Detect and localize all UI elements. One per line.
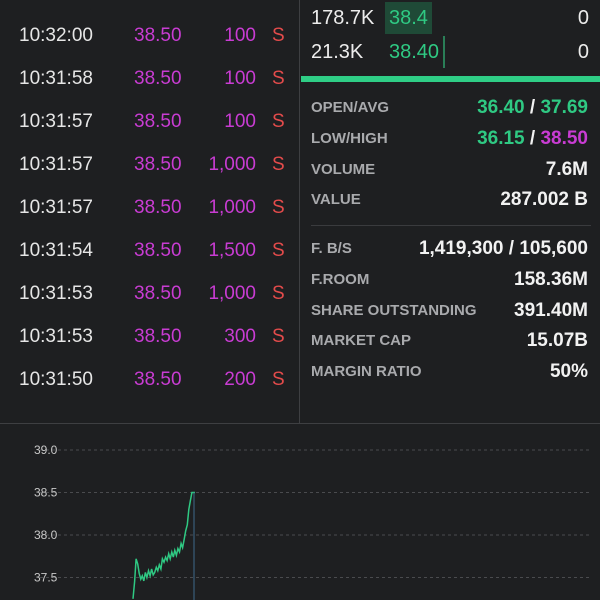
trade-time: 10:31:57 (19, 197, 93, 218)
stat-value: 158.36M (514, 269, 588, 290)
trade-volume: 200 (224, 369, 256, 390)
intraday-price-chart[interactable]: 39.0 38.5 38.0 37.5 (0, 423, 600, 600)
offer-volume: 0 (577, 7, 589, 29)
stat-label: LOW/HIGH (311, 130, 388, 147)
stat-open-avg: OPEN/AVG 36.40 / 37.69 (301, 93, 600, 123)
stat-label: VALUE (311, 191, 361, 208)
y-tick-label: 38.5 (34, 486, 58, 500)
trade-volume: 100 (224, 111, 256, 132)
trade-time: 10:31:54 (19, 240, 93, 261)
top-panel: 10:32:00 38.50 100 S 10:31:58 38.50 100 S 10:31:… (0, 0, 600, 423)
trade-volume: 1,000 (208, 283, 256, 304)
trade-volume: 1,000 (208, 197, 256, 218)
trade-row[interactable]: 10:31:57 38.50 1,000 S (0, 193, 300, 223)
trade-volume: 1,500 (208, 240, 256, 261)
stat-label: MARGIN RATIO (311, 363, 422, 380)
y-tick-label: 38.0 (34, 528, 58, 542)
y-tick-label: 37.5 (34, 571, 58, 585)
stat-label: VOLUME (311, 161, 376, 178)
trade-time: 10:32:00 (19, 25, 93, 46)
trade-row[interactable]: 10:31:57 38.50 1,000 S (0, 150, 300, 180)
separator: / (529, 97, 536, 118)
trade-side: S (272, 326, 285, 347)
stat-volume: VOLUME 7.6M (301, 155, 600, 185)
trade-time: 10:31:57 (19, 111, 93, 132)
stat-foreign-bs: F. B/S 1,419,300 / 105,600 (301, 234, 600, 264)
offer-volume: 0 (577, 41, 589, 63)
trade-row[interactable]: 10:31:53 38.50 1,000 S (0, 279, 300, 309)
high-price: 38.50 (540, 128, 588, 149)
chart-canvas[interactable]: 39.0 38.5 38.0 37.5 (0, 424, 600, 600)
trade-price: 38.50 (134, 111, 182, 132)
trade-side: S (272, 111, 285, 132)
trade-volume: 100 (224, 68, 256, 89)
trade-log: 10:32:00 38.50 100 S 10:31:58 38.50 100 S 10:31:… (0, 0, 300, 423)
y-tick-label: 39.0 (34, 443, 58, 457)
price-line (132, 491, 195, 599)
trade-price: 38.50 (134, 240, 182, 261)
low-price: 36.15 (477, 128, 525, 149)
stat-value: 36.15 / 38.50 (477, 124, 588, 154)
stat-value: 287.002 B (500, 189, 588, 210)
trade-side: S (272, 68, 285, 89)
trade-row[interactable]: 10:31:54 38.50 1,500 S (0, 236, 300, 266)
trade-side: S (272, 283, 285, 304)
trade-price: 38.50 (134, 283, 182, 304)
open-price: 36.40 (477, 97, 525, 118)
separator: / (529, 128, 536, 149)
stat-value: 50% (549, 361, 588, 382)
stat-label: MARKET CAP (311, 332, 411, 349)
stat-low-high: LOW/HIGH 36.15 / 38.50 (301, 124, 600, 154)
stat-shares-outstanding: SHARE OUTSTANDING 391.40M (301, 296, 600, 326)
stat-foreign-room: F.ROOM 158.36M (301, 265, 600, 295)
trade-row[interactable]: 10:32:00 38.50 100 S (0, 21, 300, 51)
stat-value-traded: VALUE 287.002 B (301, 185, 600, 215)
trade-price: 38.50 (134, 154, 182, 175)
stat-label: F.ROOM (311, 271, 370, 288)
stat-label: OPEN/AVG (311, 99, 390, 116)
stat-label: F. B/S (311, 240, 352, 257)
bid-volume: 21.3K (311, 41, 364, 63)
stat-value: 1,419,300 / 105,600 (418, 238, 588, 259)
order-book-row[interactable]: 178.7K 38.4 0 (301, 2, 600, 34)
trade-price: 38.50 (134, 68, 182, 89)
trade-side: S (272, 197, 285, 218)
trade-volume: 1,000 (208, 154, 256, 175)
stat-value: 391.40M (514, 300, 588, 321)
stat-market-cap: MARKET CAP 15.07B (301, 326, 600, 356)
trade-volume: 100 (224, 25, 256, 46)
order-book-row[interactable]: 21.3K 38.40 0 (301, 36, 600, 68)
stat-margin-ratio: MARGIN RATIO 50% (301, 357, 600, 387)
trade-row[interactable]: 10:31:53 38.50 300 S (0, 322, 300, 352)
quote-panel: 178.7K 38.4 0 21.3K 38.40 0 OPEN/AVG 36.… (301, 0, 600, 423)
trade-side: S (272, 240, 285, 261)
trade-time: 10:31:58 (19, 68, 93, 89)
trade-side: S (272, 25, 285, 46)
trade-time: 10:31:53 (19, 326, 93, 347)
bid-ratio-bar (301, 76, 600, 82)
trade-row[interactable]: 10:31:57 38.50 100 S (0, 107, 300, 137)
stat-value: 36.40 / 37.69 (477, 93, 588, 123)
trade-price: 38.50 (134, 25, 182, 46)
trade-price: 38.50 (134, 326, 182, 347)
trade-volume: 300 (224, 326, 256, 347)
trade-row[interactable]: 10:31:50 38.50 200 S (0, 365, 300, 395)
bid-price: 38.40 (385, 36, 446, 68)
trade-time: 10:31:57 (19, 154, 93, 175)
stat-value: 7.6M (545, 159, 588, 180)
bid-price: 38.4 (385, 2, 432, 34)
trade-row[interactable]: 10:31:58 38.50 100 S (0, 64, 300, 94)
trade-time: 10:31:50 (19, 369, 93, 390)
avg-price: 37.69 (540, 97, 588, 118)
bid-volume: 178.7K (311, 7, 375, 29)
divider (311, 225, 591, 226)
stat-label: SHARE OUTSTANDING (311, 302, 477, 319)
trade-side: S (272, 369, 285, 390)
trade-time: 10:31:53 (19, 283, 93, 304)
trade-side: S (272, 154, 285, 175)
trade-price: 38.50 (134, 197, 182, 218)
stat-value: 15.07B (526, 330, 588, 351)
trade-price: 38.50 (134, 369, 182, 390)
